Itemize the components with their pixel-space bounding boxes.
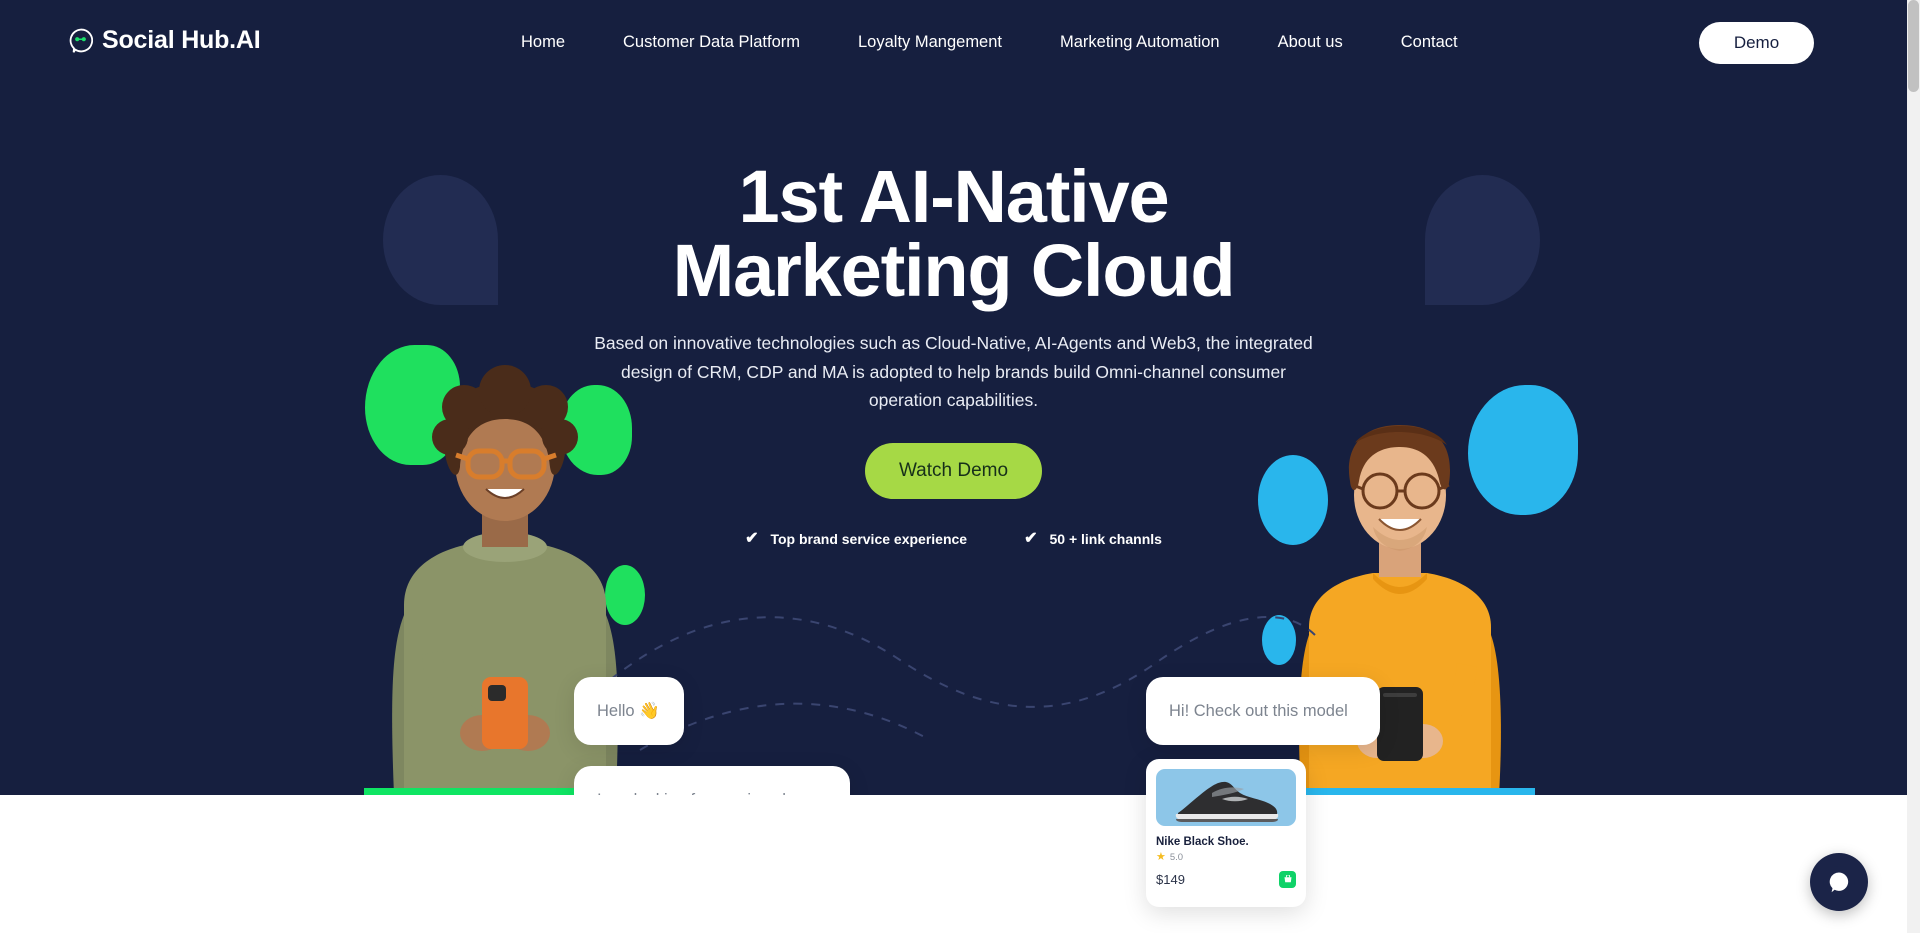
hero-content: 1st AI-Native Marketing Cloud Based on i…	[594, 160, 1314, 547]
feature-list: ✔ Top brand service experience ✔ 50 + li…	[594, 529, 1314, 547]
hero-title-line-1: 1st AI-Native	[738, 155, 1170, 238]
page-root: Social Hub.AI Home Customer Data Platfor…	[0, 0, 1920, 933]
nav-links: Home Customer Data Platform Loyalty Mang…	[492, 33, 1487, 52]
rating-value: 5.0	[1169, 852, 1184, 863]
feature-item-link-channels: ✔ 50 + link channls	[1024, 529, 1162, 547]
demo-button[interactable]: Demo	[1699, 22, 1814, 64]
nav-link-home[interactable]: Home	[492, 33, 594, 52]
underline-bar-blue	[1275, 788, 1535, 795]
chat-bubble-robot-icon	[68, 28, 94, 53]
hero-section: Social Hub.AI Home Customer Data Platfor…	[0, 0, 1907, 795]
page-title: 1st AI-Native Marketing Cloud	[594, 160, 1314, 308]
decorative-bubble-right	[1425, 175, 1540, 305]
add-to-cart-button[interactable]	[1279, 871, 1296, 888]
shopping-cart-icon	[1284, 874, 1291, 882]
chat-bubble-icon	[1823, 866, 1855, 898]
feature-item-top-brand: ✔ Top brand service experience	[745, 529, 968, 547]
product-name: Nike Black Shoe.	[1156, 836, 1249, 848]
main-navigation: Social Hub.AI Home Customer Data Platfor…	[0, 0, 1907, 90]
product-footer: $149	[1156, 871, 1296, 888]
product-rating: ★ 5.0	[1156, 851, 1296, 864]
star-icon: ★	[1156, 851, 1166, 863]
decorative-bubble-left	[383, 175, 498, 305]
nav-link-contact[interactable]: Contact	[1372, 33, 1487, 52]
check-icon: ✔	[745, 529, 759, 547]
chat-widget-button[interactable]	[1810, 853, 1868, 911]
hero-subtitle: Based on innovative technologies such as…	[594, 333, 1313, 411]
feature-label: 50 + link channls	[1049, 530, 1162, 547]
nav-link-loyalty[interactable]: Loyalty Mangement	[829, 33, 1031, 52]
chat-bubble-check-model[interactable]: Hi! Check out this model	[1146, 677, 1380, 745]
hero-title-line-2: Marketing Cloud	[672, 229, 1236, 312]
product-card[interactable]: Nike Black Shoe. ★ 5.0 $149	[1146, 759, 1306, 907]
check-icon: ✔	[1024, 529, 1038, 547]
brand-logo[interactable]: Social Hub.AI	[68, 26, 261, 55]
product-image	[1156, 769, 1296, 826]
nav-link-automation[interactable]: Marketing Automation	[1031, 33, 1249, 52]
chat-bubble-hello[interactable]: Hello 👋	[574, 677, 684, 745]
feature-label: Top brand service experience	[770, 530, 968, 547]
product-price: $149	[1156, 872, 1185, 887]
chat-bubble-running-shoes[interactable]: I am looking for running shoes	[574, 766, 850, 795]
scrollbar-thumb[interactable]	[1908, 0, 1919, 92]
scrollbar-track[interactable]	[1907, 0, 1920, 933]
nav-link-about[interactable]: About us	[1249, 33, 1372, 52]
nav-link-cdp[interactable]: Customer Data Platform	[594, 33, 829, 52]
brand-name: Social Hub.AI	[102, 26, 261, 54]
watch-demo-button[interactable]: Watch Demo	[865, 442, 1042, 499]
